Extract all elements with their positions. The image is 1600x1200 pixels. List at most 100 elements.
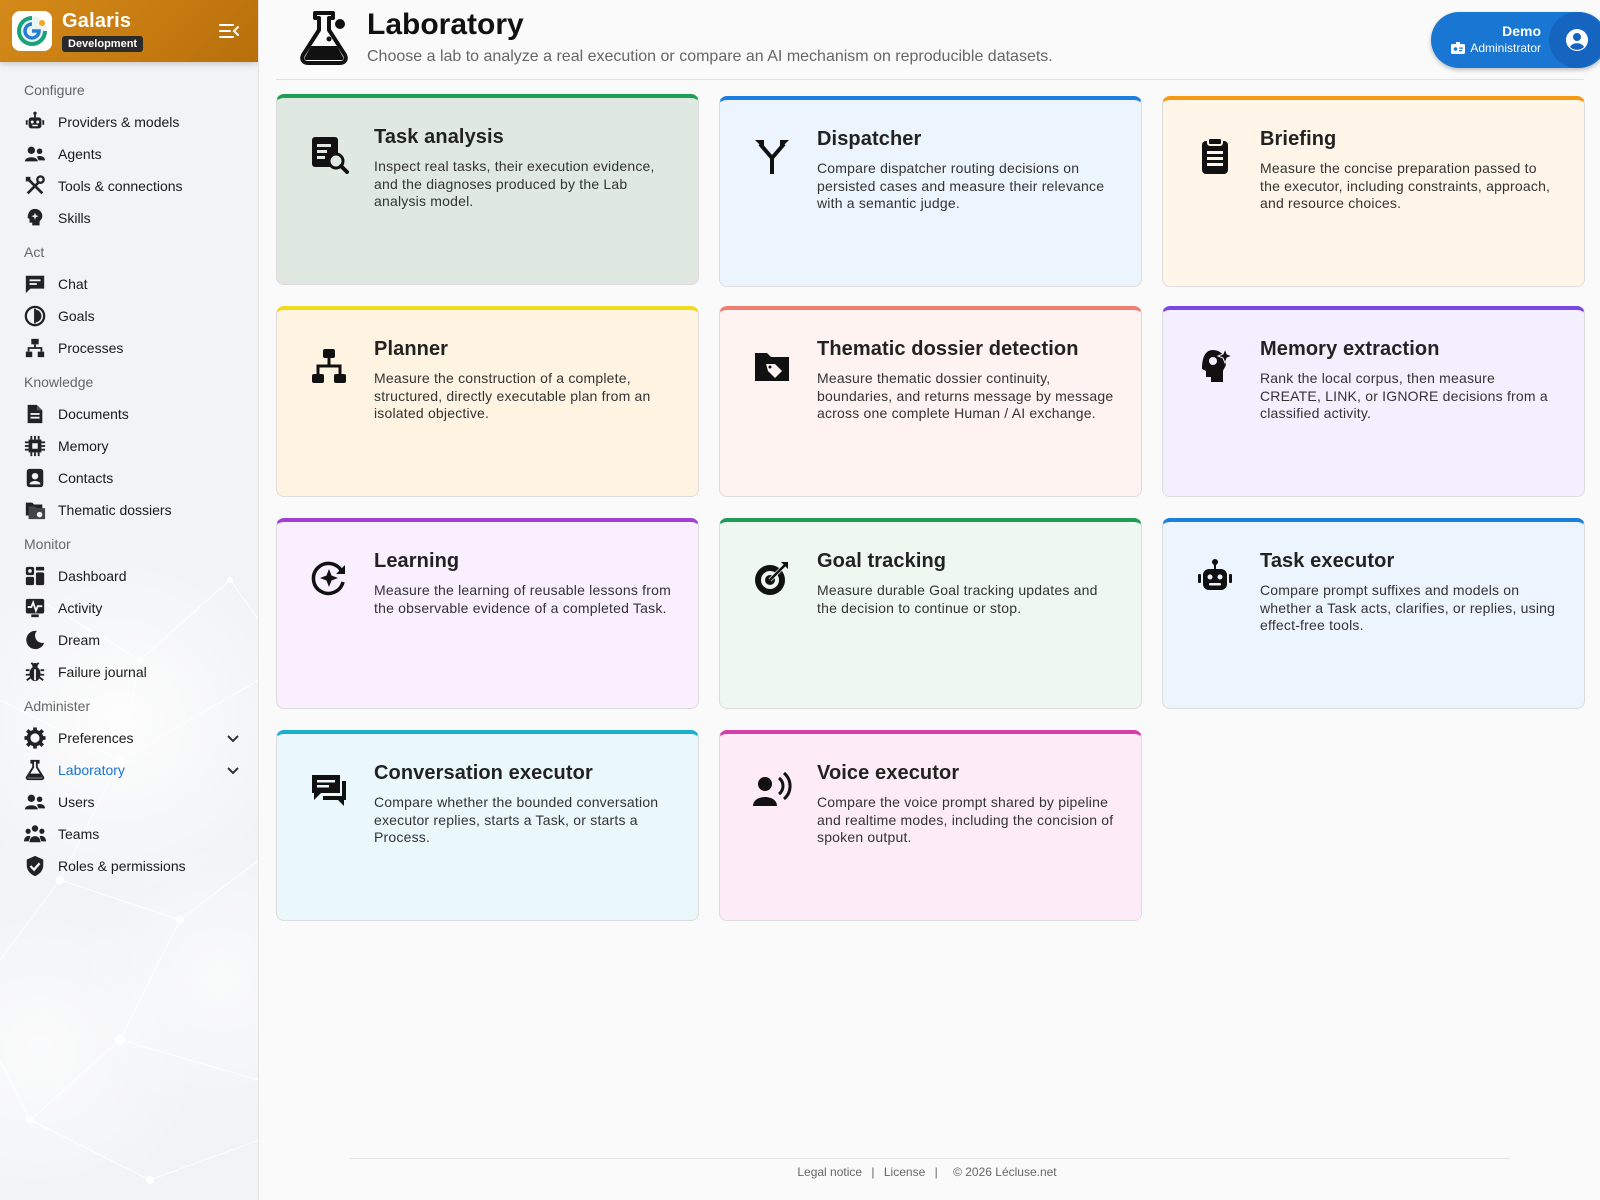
sidebar-item-roles-permissions[interactable]: Roles & permissions (0, 850, 258, 882)
sidebar-item-label: Users (58, 794, 95, 810)
sidebar-item-label: Skills (58, 210, 91, 226)
nav-section-monitor: Monitor (24, 536, 71, 552)
sidebar-item-teams[interactable]: Teams (0, 818, 258, 850)
sidebar-item-providers-models[interactable]: Providers & models (0, 106, 258, 138)
user-role-label: Administrator (1470, 41, 1541, 55)
lab-card-conversation-executor[interactable]: Conversation executor Compare whether th… (276, 730, 699, 921)
flask-icon (24, 759, 46, 781)
sidebar-item-agents[interactable]: Agents (0, 138, 258, 170)
shield-icon (24, 855, 46, 877)
sidebar-item-failure-journal[interactable]: Failure journal (0, 656, 258, 688)
robot-icon (24, 111, 46, 133)
sidebar-item-documents[interactable]: Documents (0, 398, 258, 430)
sidebar-item-label: Processes (58, 340, 124, 356)
brand-header: Galaris Development (0, 0, 258, 62)
sidebar-item-processes[interactable]: Processes (0, 332, 258, 364)
sidebar-item-dream[interactable]: Dream (0, 624, 258, 656)
sidebar-item-label: Dream (58, 632, 101, 648)
chevron-down-icon[interactable] (226, 731, 240, 745)
card-description: Measure the construction of a complete, … (374, 370, 651, 421)
card-description: Measure the concise preparation passed t… (1260, 160, 1551, 211)
nav-section-knowledge: Knowledge (24, 374, 94, 390)
moon-icon (24, 629, 46, 651)
chevron-down-icon[interactable] (226, 763, 240, 777)
sidebar-item-label: Preferences (58, 730, 134, 746)
sidebar-item-dashboard[interactable]: Dashboard (0, 560, 258, 592)
tools-icon (24, 175, 46, 197)
memory-chip-icon (24, 435, 46, 457)
folder-tag-icon (752, 346, 792, 386)
lab-card-briefing[interactable]: Briefing Measure the concise preparation… (1162, 96, 1585, 287)
sidebar-item-label: Goals (58, 308, 95, 324)
legal-notice-link[interactable]: Legal notice (797, 1165, 862, 1179)
card-title: Planner (374, 338, 449, 360)
page-title: Laboratory (367, 8, 524, 41)
page-header: Laboratory Choose a lab to analyze a rea… (276, 0, 1600, 80)
user-role: Administrator (1451, 41, 1541, 55)
avatar[interactable] (1549, 12, 1600, 68)
lab-card-planner[interactable]: Planner Measure the construction of a co… (276, 306, 699, 497)
brain-head-icon (1195, 346, 1235, 386)
card-description: Measure the learning of reusable lessons… (374, 582, 671, 616)
lab-card-voice-executor[interactable]: Voice executor Compare the voice prompt … (719, 730, 1142, 921)
sidebar-item-users[interactable]: Users (0, 786, 258, 818)
sidebar-item-contacts[interactable]: Contacts (0, 462, 258, 494)
nav-section-act: Act (24, 244, 45, 260)
card-title: Briefing (1260, 128, 1337, 150)
sidebar-item-skills[interactable]: Skills (0, 202, 258, 234)
license-link[interactable]: License (884, 1165, 925, 1179)
lab-card-task-executor[interactable]: Task executor Compare prompt suffixes an… (1162, 518, 1585, 709)
split-arrow-icon (752, 136, 792, 176)
skills-icon (24, 207, 46, 229)
user-menu-button[interactable]: Demo Administrator (1431, 12, 1600, 68)
sidebar-item-label: Thematic dossiers (58, 502, 172, 518)
brand-name: Galaris (62, 10, 132, 32)
lab-card-memory-extraction[interactable]: Memory extraction Rank the local corpus,… (1162, 306, 1585, 497)
chat-bubbles-icon (309, 770, 349, 810)
card-description: Inspect real tasks, their execution evid… (374, 158, 655, 209)
users-icon (24, 791, 46, 813)
card-title: Dispatcher (817, 128, 922, 150)
sidebar-item-chat[interactable]: Chat (0, 268, 258, 300)
card-title: Memory extraction (1260, 338, 1440, 360)
sidebar-item-label: Agents (58, 146, 102, 162)
sidebar-item-tools-connections[interactable]: Tools & connections (0, 170, 258, 202)
page-subtitle: Choose a lab to analyze a real execution… (367, 48, 1053, 65)
sidebar-item-memory[interactable]: Memory (0, 430, 258, 462)
user-name: Demo (1502, 23, 1541, 39)
sidebar-item-label: Failure journal (58, 664, 147, 680)
card-description: Measure thematic dossier continuity, bou… (817, 370, 1114, 421)
sidebar-item-preferences[interactable]: Preferences (0, 722, 258, 754)
lab-card-task-analysis[interactable]: Task analysis Inspect real tasks, their … (276, 94, 699, 285)
card-description: Compare whether the bounded conversation… (374, 794, 659, 845)
badge-icon (1451, 42, 1466, 54)
agents-icon (24, 143, 46, 165)
lab-card-learning[interactable]: Learning Measure the learning of reusabl… (276, 518, 699, 709)
sidebar-item-label: Providers & models (58, 114, 180, 130)
flask-icon (300, 11, 348, 65)
voice-icon (752, 770, 792, 810)
sidebar: Galaris Development Configure Providers … (0, 0, 259, 1200)
chat-icon (24, 273, 46, 295)
card-description: Compare prompt suffixes and models on wh… (1260, 582, 1556, 633)
card-title: Goal tracking (817, 550, 947, 572)
sidebar-item-label: Roles & permissions (58, 858, 186, 874)
copyright: © 2026 Lécluse.net (953, 1165, 1057, 1179)
sidebar-item-activity[interactable]: Activity (0, 592, 258, 624)
sidebar-item-label: Tools & connections (58, 178, 183, 194)
card-title: Conversation executor (374, 762, 593, 784)
card-description: Compare the voice prompt shared by pipel… (817, 794, 1114, 845)
galaris-logo[interactable] (12, 11, 52, 51)
lab-card-thematic-dossier-detection[interactable]: Thematic dossier detection Measure thema… (719, 306, 1142, 497)
sidebar-nav: Configure Providers & models Agents Tool… (0, 62, 258, 882)
lab-card-dispatcher[interactable]: Dispatcher Compare dispatcher routing de… (719, 96, 1142, 287)
sidebar-item-thematic-dossiers[interactable]: Thematic dossiers (0, 494, 258, 526)
teams-icon (24, 823, 46, 845)
sidebar-item-laboratory[interactable]: Laboratory (0, 754, 258, 786)
collapse-menu-icon[interactable] (218, 22, 240, 40)
learning-cycle-icon (309, 558, 349, 598)
sidebar-item-goals[interactable]: Goals (0, 300, 258, 332)
sidebar-item-label: Contacts (58, 470, 114, 486)
processes-icon (24, 337, 46, 359)
lab-card-goal-tracking[interactable]: Goal tracking Measure durable Goal track… (719, 518, 1142, 709)
